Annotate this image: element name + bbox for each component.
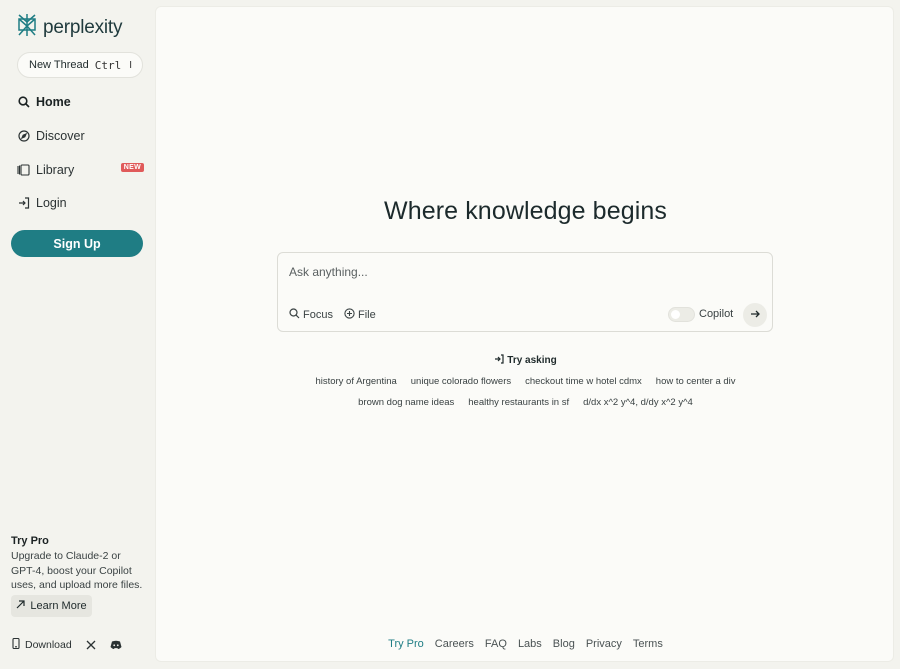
suggestion-chip[interactable]: brown dog name ideas (358, 397, 454, 408)
new-thread-label: New Thread (29, 59, 89, 71)
footer-link-labs[interactable]: Labs (518, 638, 542, 650)
footer-link-careers[interactable]: Careers (435, 638, 474, 650)
copilot-label: Copilot (699, 308, 734, 320)
try-pro-panel: Try Pro Upgrade to Claude-2 or GPT-4, bo… (11, 535, 146, 593)
shortcut-key: I (129, 59, 132, 71)
sidebar-item-library[interactable]: Library NEW (17, 160, 145, 180)
footer-link-terms[interactable]: Terms (633, 638, 663, 650)
login-icon (17, 197, 30, 210)
sidebar-item-label: Home (36, 95, 71, 109)
shortcut-ctrl: Ctrl (94, 58, 122, 72)
ask-input[interactable] (289, 265, 759, 279)
sidebar-footer: Download (12, 637, 122, 652)
search-icon (289, 308, 300, 322)
logo-text: perplexity (43, 16, 123, 38)
sidebar-item-label: Discover (36, 128, 85, 143)
library-icon (17, 163, 30, 176)
sidebar: perplexity New Thread Ctrl I Home Discov… (0, 0, 154, 669)
learn-more-label: Learn More (30, 600, 87, 612)
file-button[interactable]: File (344, 308, 376, 322)
copilot-toggle[interactable] (668, 307, 695, 322)
sidebar-item-label: Library (36, 162, 75, 177)
arrow-right-icon (750, 306, 760, 324)
footer-links: Try Pro Careers FAQ Labs Blog Privacy Te… (156, 638, 895, 650)
arrow-up-right-icon (16, 600, 25, 612)
suggestion-chip[interactable]: d/dx x^2 y^4, d/dy x^2 y^4 (583, 397, 693, 408)
search-icon (17, 96, 30, 109)
sidebar-nav: Home Discover Library NEW Login (17, 92, 145, 227)
try-asking-heading: Try asking (156, 354, 895, 367)
suggestion-chip[interactable]: healthy restaurants in sf (468, 397, 569, 408)
try-pro-title: Try Pro (11, 535, 49, 547)
focus-label: Focus (303, 309, 333, 321)
focus-button[interactable]: Focus (289, 308, 333, 322)
toggle-knob (671, 310, 680, 319)
footer-link-privacy[interactable]: Privacy (586, 638, 622, 650)
new-badge: NEW (120, 162, 144, 172)
download-link[interactable]: Download (12, 637, 72, 652)
sidebar-item-label: Login (36, 196, 67, 211)
ask-box: Focus File Copilot (277, 252, 773, 332)
perplexity-logo-icon (16, 13, 38, 42)
suggestions-row: brown dog name ideas healthy restaurants… (156, 397, 895, 408)
arrow-in-icon (494, 354, 504, 367)
suggestions-row: history of Argentina unique colorado flo… (156, 376, 895, 387)
new-thread-button[interactable]: New Thread Ctrl I (17, 52, 143, 78)
logo[interactable]: perplexity (16, 13, 123, 42)
suggestion-chip[interactable]: how to center a div (656, 376, 736, 387)
page-title: Where knowledge begins (384, 197, 667, 225)
main-panel: Where knowledge begins Focus File Copilo… (155, 6, 894, 662)
footer-link-blog[interactable]: Blog (553, 638, 575, 650)
file-label: File (358, 309, 376, 321)
sign-up-button[interactable]: Sign Up (11, 230, 143, 257)
phone-icon (12, 637, 20, 652)
sidebar-item-login[interactable]: Login (17, 193, 145, 213)
download-label: Download (25, 639, 72, 651)
suggestion-chip[interactable]: checkout time w hotel cdmx (525, 376, 642, 387)
discord-icon[interactable] (110, 640, 122, 650)
learn-more-button[interactable]: Learn More (11, 595, 92, 617)
submit-button[interactable] (743, 303, 767, 327)
plus-circle-icon (344, 308, 355, 322)
footer-link-faq[interactable]: FAQ (485, 638, 507, 650)
suggestion-chip[interactable]: unique colorado flowers (411, 376, 511, 387)
sidebar-item-discover[interactable]: Discover (17, 126, 145, 146)
compass-icon (17, 129, 30, 142)
sidebar-item-home[interactable]: Home (17, 92, 145, 112)
footer-link-try-pro[interactable]: Try Pro (388, 638, 424, 650)
try-pro-description: Upgrade to Claude-2 or GPT-4, boost your… (11, 550, 143, 591)
suggestion-chip[interactable]: history of Argentina (315, 376, 396, 387)
x-twitter-icon[interactable] (86, 640, 96, 650)
try-asking-label: Try asking (507, 355, 557, 366)
